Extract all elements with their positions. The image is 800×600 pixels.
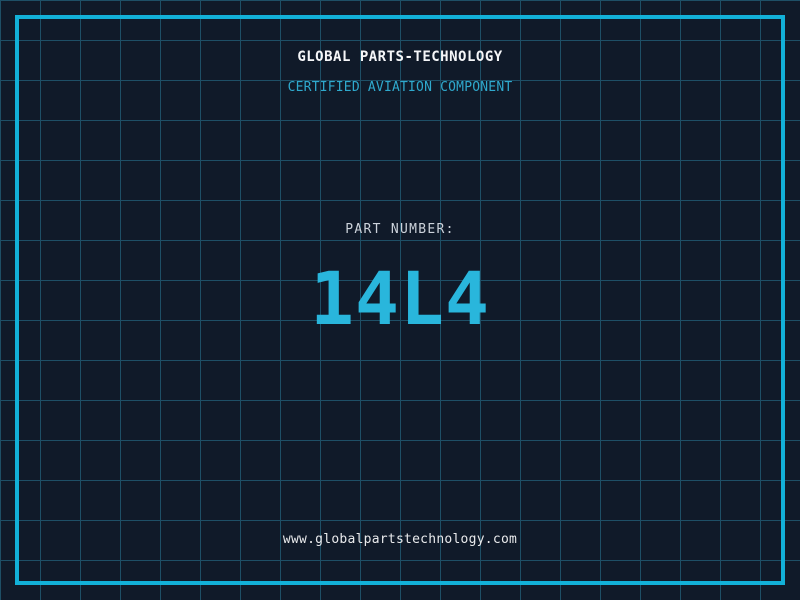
certification-subtitle: CERTIFIED AVIATION COMPONENT: [287, 80, 513, 95]
part-number-label: PART NUMBER:: [345, 222, 455, 237]
company-name: GLOBAL PARTS-TECHNOLOGY: [297, 49, 503, 65]
part-number-value: 14L4: [310, 257, 490, 342]
website-url: www.globalpartstechnology.com: [282, 532, 518, 547]
